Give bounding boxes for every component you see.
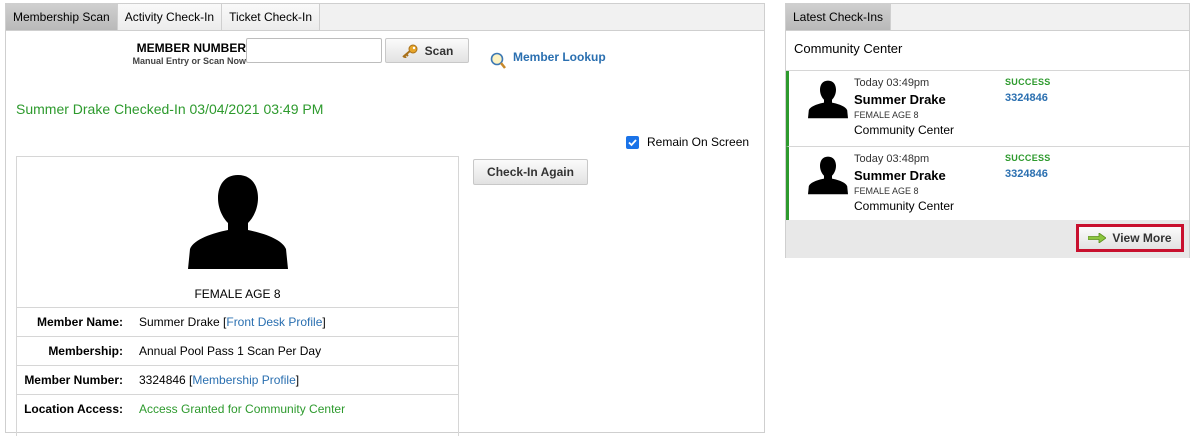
check-in-time: Today 03:49pm xyxy=(854,77,930,89)
person-silhouette-icon xyxy=(808,80,848,119)
check-in-again-button[interactable]: Check-In Again xyxy=(473,159,588,185)
tab-membership-scan[interactable]: Membership Scan xyxy=(6,4,118,30)
check-in-location: Community Center xyxy=(854,199,955,213)
tab-activity-check-in[interactable]: Activity Check-In xyxy=(117,4,223,30)
member-number-text: 3324846 [ xyxy=(139,373,193,387)
arrow-right-icon xyxy=(1088,233,1107,243)
status-badge: SUCCESS xyxy=(1005,77,1051,87)
list-item[interactable]: Today 03:48pm Summer Drake FEMALE AGE 8 … xyxy=(786,147,1189,223)
latest-tab-bar: Latest Check-Ins xyxy=(786,4,1189,31)
tab-bar: Membership Scan Activity Check-In Ticket… xyxy=(6,4,764,31)
member-name-text: Summer Drake [ xyxy=(139,315,227,329)
view-more-label: View More xyxy=(1112,231,1172,245)
tab-latest-check-ins[interactable]: Latest Check-Ins xyxy=(786,4,892,30)
member-number-link[interactable]: 3324846 xyxy=(1005,92,1048,104)
remain-on-screen[interactable]: Remain On Screen xyxy=(626,135,749,149)
check-in-list: Today 03:49pm Summer Drake FEMALE AGE 8 … xyxy=(786,70,1189,223)
member-number-input[interactable] xyxy=(246,38,382,63)
scan-button[interactable]: Scan xyxy=(385,38,469,63)
member-lookup-text[interactable]: Member Lookup xyxy=(513,50,606,64)
check-in-demographic: FEMALE AGE 8 xyxy=(854,110,919,120)
check-in-demographic: FEMALE AGE 8 xyxy=(854,186,919,196)
key-icon xyxy=(402,44,418,58)
member-number-link[interactable]: 3324846 xyxy=(1005,168,1048,180)
member-number-value: 3324846 [Membership Profile] xyxy=(133,366,458,395)
checked-in-message: Summer Drake Checked-In 03/04/2021 03:49… xyxy=(16,101,324,117)
member-name-key: Member Name: xyxy=(36,315,123,329)
location-access-key: Location Access: xyxy=(24,402,123,417)
member-lookup-link[interactable]: Member Lookup xyxy=(489,43,606,71)
person-silhouette-icon xyxy=(188,175,288,269)
member-number-sublabel: Manual Entry or Scan Now xyxy=(132,56,246,66)
membership-value: Annual Pool Pass 1 Scan Per Day xyxy=(139,344,322,358)
member-card: FEMALE AGE 8 Member Name: Summer Drake [… xyxy=(16,156,459,436)
member-name-value: Summer Drake [Front Desk Profile] xyxy=(133,308,458,337)
bracket-close: ] xyxy=(322,315,326,329)
membership-profile-link[interactable]: Membership Profile xyxy=(192,373,295,387)
scan-button-label: Scan xyxy=(424,43,454,58)
table-row: Location Access: Access Granted for Comm… xyxy=(17,394,458,424)
check-in-location: Community Center xyxy=(854,123,955,137)
checkmark-icon xyxy=(628,138,637,146)
member-number-label-text: MEMBER NUMBER xyxy=(136,41,246,55)
membership-scan-panel: Membership Scan Activity Check-In Ticket… xyxy=(5,3,765,436)
member-info-table: Member Name: Summer Drake [Front Desk Pr… xyxy=(17,307,458,424)
location-access-value: Access Granted for Community Center xyxy=(139,402,346,417)
front-desk-profile-link[interactable]: Front Desk Profile xyxy=(226,315,322,329)
list-item[interactable]: Today 03:49pm Summer Drake FEMALE AGE 8 … xyxy=(786,71,1189,147)
table-row: Member Number: 3324846 [Membership Profi… xyxy=(17,365,458,395)
magnifier-icon xyxy=(490,52,506,69)
member-number-key: Member Number: xyxy=(24,373,123,387)
remain-on-screen-checkbox[interactable] xyxy=(626,135,639,149)
check-in-name: Summer Drake xyxy=(854,168,946,183)
person-silhouette-icon xyxy=(808,156,848,195)
tab-ticket-check-in[interactable]: Ticket Check-In xyxy=(222,4,320,30)
view-more-button[interactable]: View More xyxy=(1076,224,1184,252)
remain-on-screen-label: Remain On Screen xyxy=(647,135,750,149)
check-in-time: Today 03:48pm xyxy=(854,153,930,165)
table-row: Member Name: Summer Drake [Front Desk Pr… xyxy=(17,307,458,337)
latest-check-ins-panel: Latest Check-Ins Community Center Today … xyxy=(785,3,1190,258)
latest-footer: View More xyxy=(786,220,1189,258)
status-badge: SUCCESS xyxy=(1005,153,1051,163)
table-row: Membership: Annual Pool Pass 1 Scan Per … xyxy=(17,336,458,366)
membership-key: Membership: xyxy=(48,344,123,358)
member-age-label: FEMALE AGE 8 xyxy=(194,287,281,301)
latest-location-title: Community Center xyxy=(794,41,903,56)
member-number-label: MEMBER NUMBER Manual Entry or Scan Now xyxy=(106,41,246,67)
check-in-name: Summer Drake xyxy=(854,92,946,107)
bracket-close: ] xyxy=(295,373,300,387)
